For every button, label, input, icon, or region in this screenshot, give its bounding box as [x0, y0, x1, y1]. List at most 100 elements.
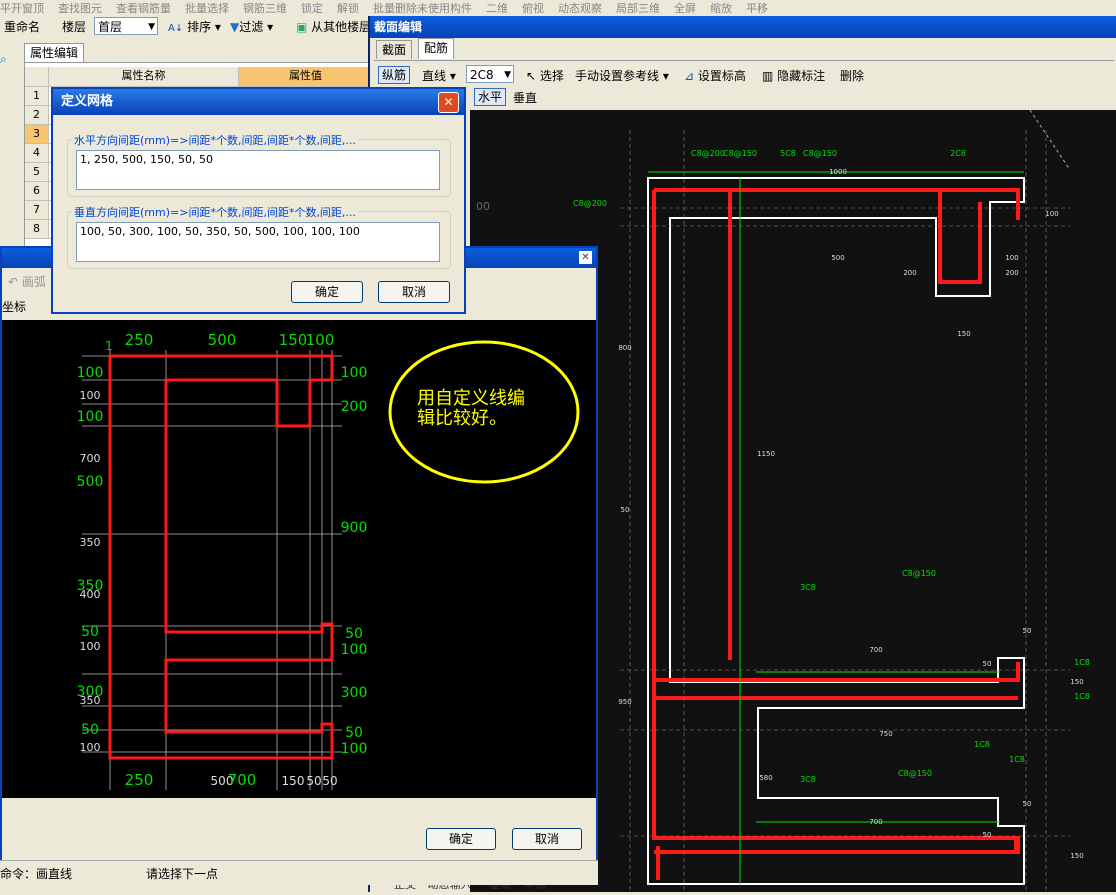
top-tool-6[interactable]: 解锁: [337, 2, 359, 14]
grid-ok-button[interactable]: 确定: [426, 828, 496, 850]
left-dim-label: 50: [81, 722, 99, 738]
rebar-toolbar: 纵筋 直线 ▾ 2C8 ▼ ↖ 选择 手动设置参考线 ▾ ⊿ 设置标高 ▥ 隐藏标…: [374, 60, 1114, 89]
close-icon[interactable]: ✕: [579, 251, 592, 264]
row-number[interactable]: 4: [25, 144, 49, 163]
define-grid-dialog: 定义网格 ✕ 水平方向间距(mm)=>间距*个数,间距,间距*个数,间距,...…: [51, 87, 466, 314]
rename-button[interactable]: 重命名: [4, 18, 40, 36]
section-annotation: 100: [1005, 254, 1018, 262]
manual-ref-line-button[interactable]: 手动设置参考线 ▾: [575, 67, 669, 85]
horizontal-button[interactable]: 水平: [474, 88, 507, 106]
floor-label: 楼层: [62, 20, 87, 34]
define-ok-button[interactable]: 确定: [291, 281, 363, 303]
row-number[interactable]: 7: [25, 201, 49, 220]
left-dim-label: 100: [77, 409, 104, 425]
left-dim-label: 400: [80, 588, 101, 601]
section-annotation: C8@150: [803, 149, 837, 158]
command-status-bar: 命令：画直线 请选择下一点: [0, 860, 598, 885]
bottom-dim-label: 150: [282, 774, 305, 788]
section-annotation: 150: [1070, 852, 1083, 860]
right-dim-label: 100: [341, 642, 368, 658]
row-number[interactable]: 3: [25, 125, 49, 144]
section-annotation: 800: [618, 344, 631, 352]
tick-label: 1: [105, 339, 113, 353]
right-dim-label: 100: [341, 365, 368, 381]
delete-button[interactable]: 删除: [840, 67, 864, 85]
sort-button[interactable]: A↓ 排序 ▾: [168, 18, 221, 36]
filter-button[interactable]: ▼过滤 ▾: [230, 18, 273, 36]
vertical-spacing-input[interactable]: 100, 50, 300, 100, 50, 350, 50, 500, 100…: [76, 222, 440, 262]
define-grid-title: 定义网格: [53, 89, 464, 115]
copy-icon: ▣: [296, 20, 308, 34]
section-annotation: 1C8: [1074, 658, 1090, 667]
hide-marks-icon: ▥: [762, 69, 774, 83]
top-tool-11[interactable]: 局部三维: [616, 2, 660, 14]
left-dim-label: 350: [80, 536, 101, 549]
hide-marks-button[interactable]: ▥ 隐藏标注: [762, 67, 825, 85]
set-elevation-button[interactable]: ⊿ 设置标高: [684, 67, 746, 85]
top-tool-9[interactable]: 俯视: [522, 2, 544, 14]
search-icon[interactable]: ⌕: [0, 52, 14, 66]
top-tool-12[interactable]: 全屏: [674, 2, 696, 14]
top-tool-8[interactable]: 二维: [486, 2, 508, 14]
define-cancel-button[interactable]: 取消: [378, 281, 450, 303]
rebar-path: [652, 188, 1020, 850]
top-tool-14[interactable]: 平移: [746, 2, 768, 14]
tab-section[interactable]: 截面: [376, 40, 413, 59]
vertical-button[interactable]: 垂直: [513, 89, 537, 107]
row-number[interactable]: 1: [25, 87, 49, 106]
left-dim-label: 50: [81, 624, 99, 640]
filter-icon: ▼: [230, 20, 240, 34]
section-annotation: 950: [618, 698, 631, 706]
row-number[interactable]: 2: [25, 106, 49, 125]
row-number[interactable]: 5: [25, 163, 49, 182]
top-tool-10[interactable]: 动态观察: [558, 2, 602, 14]
right-dim-label: 50: [345, 725, 363, 741]
left-dim-label: 700: [80, 452, 101, 465]
tab-reinforcement[interactable]: 配筋: [418, 38, 455, 59]
left-dim-label: 350: [80, 694, 101, 707]
section-annotation: 700: [869, 818, 882, 826]
rebar-path-lower: [654, 662, 1020, 880]
top-tool-7[interactable]: 批量删除未使用构件: [373, 2, 472, 14]
row-number[interactable]: 8: [25, 220, 49, 239]
copy-from-floor-button[interactable]: ▣ 从其他楼层: [296, 18, 371, 36]
section-annotation: 1000: [829, 168, 847, 176]
row-number[interactable]: 6: [25, 182, 49, 201]
rebar-spec-select[interactable]: 2C8 ▼: [466, 65, 514, 83]
section-annotation: C8@200: [573, 199, 607, 208]
top-tool-5[interactable]: 锁定: [301, 2, 323, 14]
section-annotation: 200: [1005, 269, 1018, 277]
section-annotation: C8@150: [723, 149, 757, 158]
section-annotation: 500: [831, 254, 844, 262]
floor-select[interactable]: 首层 ▼: [94, 17, 158, 35]
close-icon[interactable]: ✕: [438, 92, 459, 113]
section-annotation: 1150: [757, 450, 775, 458]
top-tool-13[interactable]: 缩放: [710, 2, 732, 14]
section-annotation: 50: [983, 660, 992, 668]
section-annotation: 3C8: [800, 583, 816, 592]
top-tool-4[interactable]: 钢筋三维: [243, 2, 287, 14]
longitudinal-button[interactable]: 纵筋: [378, 66, 411, 84]
top-tool-3[interactable]: 批量选择: [185, 2, 229, 14]
section-annotation: 150: [957, 330, 970, 338]
draw-arc-button[interactable]: ↶ 画弧: [8, 273, 46, 291]
bottom-dim-label: 700: [228, 771, 257, 789]
tab-property-edit[interactable]: 属性编辑: [24, 43, 85, 62]
select-button[interactable]: ↖ 选择: [526, 67, 564, 85]
right-dim-label: 50: [345, 626, 363, 642]
section-annotation: 700: [869, 646, 882, 654]
section-annotation: 5C8: [780, 149, 796, 158]
grid-cancel-button[interactable]: 取消: [512, 828, 582, 850]
line-mode-dropdown[interactable]: 直线 ▾: [422, 67, 456, 85]
top-tool-2[interactable]: 查看钢筋量: [116, 2, 171, 14]
grid-drawing-canvas[interactable]: 250 500 150 100 1 100 100 100 700 500 350 350 400 50 1…: [2, 320, 596, 798]
left-dim-label: 100: [77, 365, 104, 381]
vertical-spacing-group: 垂直方向间距(mm)=>间距*个数,间距,间距*个数,间距,... 100, 5…: [67, 204, 451, 269]
vertical-spacing-label: 垂直方向间距(mm)=>间距*个数,间距,间距*个数,间距,...: [72, 204, 358, 220]
right-dim-label: 300: [341, 685, 368, 701]
top-dim-label: 100: [306, 331, 335, 349]
prompt-text: 请选择下一点: [146, 867, 219, 881]
horizontal-spacing-input[interactable]: 1, 250, 500, 150, 50, 50: [76, 150, 440, 190]
top-tool-1[interactable]: 查找图元: [58, 2, 102, 14]
top-tool-0[interactable]: 平开窗顶: [0, 2, 44, 14]
